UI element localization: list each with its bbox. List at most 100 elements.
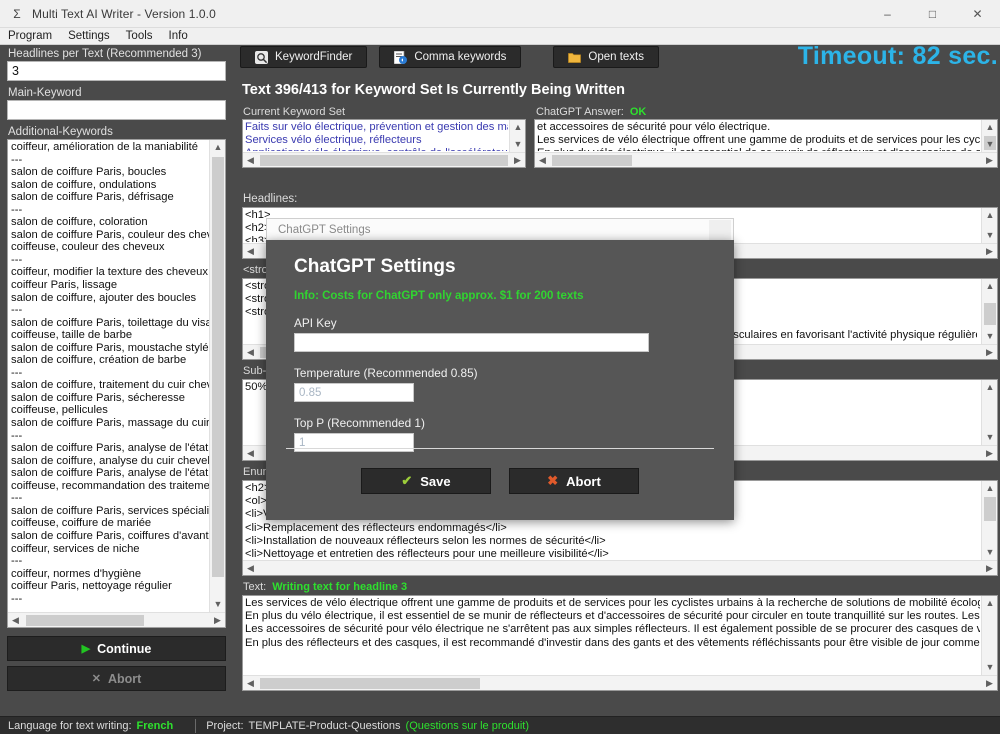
- scroll-right-icon[interactable]: ▶: [982, 676, 997, 690]
- continue-button[interactable]: ▶ Continue: [7, 636, 226, 661]
- text-vscroll[interactable]: ▲ ▼: [981, 596, 997, 675]
- list-item: salon de coiffure, ajouter des boucles: [11, 291, 197, 304]
- scroll-down-icon[interactable]: ▼: [210, 597, 225, 612]
- scroll-thumb-h[interactable]: [26, 615, 144, 626]
- headlines-per-text-label: Headlines per Text (Recommended 3): [8, 48, 202, 60]
- list-item: coiffeur, amélioration de la maniabilité: [11, 141, 198, 153]
- scroll-right-icon[interactable]: ▶: [982, 244, 997, 258]
- dialog-abort-button[interactable]: ✖ Abort: [509, 468, 639, 494]
- api-key-input[interactable]: [294, 333, 649, 352]
- open-texts-button[interactable]: Open texts: [553, 46, 659, 68]
- close-icon[interactable]: ✕: [955, 0, 1000, 28]
- scroll-right-icon[interactable]: ▶: [982, 345, 997, 359]
- list-item: salon de coiffure Paris, analyse de l'ét…: [11, 467, 209, 480]
- comma-keywords-button[interactable]: Comma keywords: [379, 46, 522, 68]
- check-icon: ✔: [401, 473, 413, 488]
- text-pane[interactable]: Les services de vélo électrique offrent …: [242, 595, 998, 691]
- enum-hscroll[interactable]: ◀ ▶: [243, 560, 997, 575]
- scroll-thumb[interactable]: [984, 303, 996, 325]
- text-label: Text:: [243, 581, 267, 593]
- dialog-save-button[interactable]: ✔ Save: [361, 468, 491, 494]
- keywords-vertical-scrollbar[interactable]: ▲ ▼: [209, 140, 225, 612]
- scroll-left-icon[interactable]: ◀: [243, 244, 258, 258]
- statusbar-divider: [195, 718, 197, 733]
- current-keyword-set-pane[interactable]: Faits sur vélo électrique, prévention et…: [242, 119, 526, 168]
- scroll-right-icon[interactable]: ▶: [982, 446, 997, 460]
- scroll-left-icon[interactable]: ◀: [8, 613, 23, 627]
- scroll-up-icon[interactable]: ▲: [982, 208, 997, 223]
- maximize-icon[interactable]: □: [910, 0, 955, 28]
- scroll-up-icon[interactable]: ▲: [982, 481, 997, 496]
- hl-vscroll[interactable]: ▲ ▼: [981, 208, 997, 243]
- abort-button[interactable]: ✕ Abort: [7, 666, 226, 691]
- list-item: coiffeur, services de niche: [11, 542, 140, 555]
- scroll-right-icon[interactable]: ▶: [510, 153, 525, 167]
- scroll-thumb[interactable]: [212, 157, 224, 577]
- scroll-down-icon[interactable]: ▼: [510, 137, 525, 152]
- scroll-up-icon[interactable]: ▲: [510, 120, 525, 135]
- dialog-close-icon[interactable]: [709, 220, 731, 240]
- minimize-icon[interactable]: –: [865, 0, 910, 28]
- menu-info[interactable]: Info: [161, 28, 196, 45]
- scroll-thumb-h[interactable]: [552, 155, 632, 166]
- open-texts-label: Open texts: [588, 51, 644, 63]
- menu-tools[interactable]: Tools: [118, 28, 161, 45]
- list-item: ---: [11, 203, 23, 216]
- abort-button-label: Abort: [107, 671, 142, 686]
- enum-vscroll[interactable]: ▲ ▼: [981, 481, 997, 560]
- scroll-right-icon[interactable]: ▶: [982, 153, 997, 167]
- scroll-thumb-h[interactable]: [260, 678, 480, 689]
- scroll-left-icon[interactable]: ◀: [243, 153, 258, 167]
- scroll-up-icon[interactable]: ▲: [982, 279, 997, 294]
- list-item: Faits sur vélo électrique, prévention et…: [245, 121, 508, 133]
- play-icon: ▶: [81, 643, 91, 655]
- keyword-finder-icon: [255, 50, 268, 64]
- scroll-left-icon[interactable]: ◀: [243, 676, 258, 690]
- additional-keywords-listbox[interactable]: coiffeur, amélioration de la maniabilité…: [7, 139, 226, 628]
- list-item: Applications vélo électrique, contrôle d…: [245, 147, 508, 151]
- top-p-input[interactable]: [294, 433, 414, 452]
- window-titlebar: Σ Multi Text AI Writer - Version 1.0.0 –…: [0, 0, 1000, 28]
- scroll-right-icon[interactable]: ▶: [982, 561, 997, 575]
- keywords-horizontal-scrollbar[interactable]: ◀ ▶: [8, 612, 225, 627]
- keyword-finder-button[interactable]: KeywordFinder: [240, 46, 368, 68]
- ans-vscroll[interactable]: ▲ ▼: [981, 120, 997, 152]
- scroll-thumb[interactable]: [984, 497, 996, 521]
- scroll-down-icon[interactable]: ▼: [982, 430, 997, 445]
- menu-program[interactable]: Program: [0, 28, 60, 45]
- text-hscroll[interactable]: ◀ ▶: [243, 675, 997, 690]
- ans-hscroll[interactable]: ◀ ▶: [535, 152, 997, 167]
- scroll-up-icon[interactable]: ▲: [982, 596, 997, 611]
- scroll-up-icon[interactable]: ▲: [982, 120, 997, 135]
- scroll-left-icon[interactable]: ◀: [243, 561, 258, 575]
- menu-settings[interactable]: Settings: [60, 28, 118, 45]
- scroll-left-icon[interactable]: ◀: [243, 446, 258, 460]
- project-label: Project:: [206, 719, 244, 732]
- temperature-input[interactable]: [294, 383, 414, 402]
- main-keyword-input[interactable]: [7, 100, 226, 120]
- strong-vscroll[interactable]: ▲ ▼: [981, 279, 997, 344]
- scroll-down-icon[interactable]: ▼: [982, 137, 997, 152]
- scroll-left-icon[interactable]: ◀: [243, 345, 258, 359]
- scroll-thumb-h[interactable]: [260, 155, 508, 166]
- scroll-left-icon[interactable]: ◀: [535, 153, 550, 167]
- list-item: <li>Nettoyage et entretien des réflecteu…: [245, 548, 609, 559]
- chatgpt-answer-pane[interactable]: et accessoires de sécurité pour vélo éle…: [534, 119, 998, 168]
- cks-vscroll[interactable]: ▲ ▼: [509, 120, 525, 152]
- list-item: <li>Installation de nouveaux réflecteurs…: [245, 534, 606, 547]
- scroll-down-icon[interactable]: ▼: [982, 329, 997, 344]
- list-item: coiffeur Paris, nettoyage régulier: [11, 580, 172, 593]
- sh-vscroll[interactable]: ▲ ▼: [981, 380, 997, 445]
- headlines-per-text-input[interactable]: [7, 61, 226, 81]
- scroll-down-icon[interactable]: ▼: [982, 228, 997, 243]
- language-label: Language for text writing:: [8, 719, 132, 732]
- scroll-up-icon[interactable]: ▲: [210, 140, 225, 155]
- cks-hscroll[interactable]: ◀ ▶: [243, 152, 525, 167]
- list-item: salon de coiffure Paris, massage du cuir…: [11, 417, 209, 430]
- scroll-up-icon[interactable]: ▲: [982, 380, 997, 395]
- list-item: Les accessoires de sécurité pour vélo él…: [245, 623, 980, 636]
- left-panel: Headlines per Text (Recommended 3) Main-…: [0, 46, 236, 718]
- scroll-down-icon[interactable]: ▼: [982, 545, 997, 560]
- scroll-right-icon[interactable]: ▶: [210, 613, 225, 627]
- scroll-down-icon[interactable]: ▼: [982, 660, 997, 675]
